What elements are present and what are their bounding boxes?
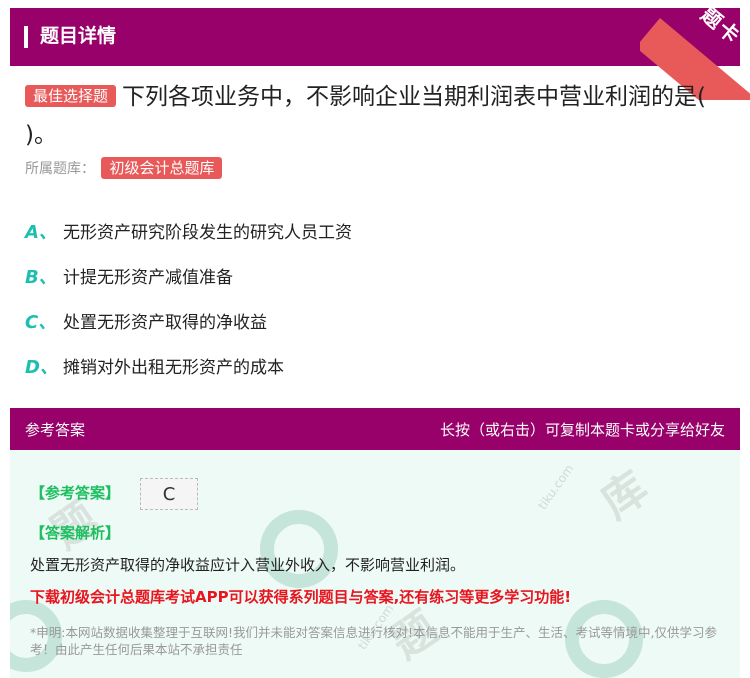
reference-answer-label: 【参考答案】 bbox=[30, 484, 121, 502]
option-c[interactable]: C、 处置无形资产取得的净收益 bbox=[25, 298, 725, 343]
watermark-glyph: 库 bbox=[591, 462, 658, 530]
option-a[interactable]: A、 无形资产研究阶段发生的研究人员工资 bbox=[25, 208, 725, 253]
question-card: 题目详情 题卡 最佳选择题 下列各项业务中，不影响企业当期利润表中营业利润的是( … bbox=[10, 0, 750, 678]
bank-tag[interactable]: 初级会计总题库 bbox=[101, 157, 223, 179]
watermark-ring bbox=[260, 510, 338, 588]
analysis-text: 处置无形资产取得的净收益应计入营业外收入，不影响营业利润。 bbox=[30, 556, 466, 574]
question-type-tag: 最佳选择题 bbox=[25, 85, 117, 107]
option-letter: D、 bbox=[25, 356, 58, 378]
watermark-text: tiku.com bbox=[535, 461, 577, 513]
disclaimer-text: *申明:本网站数据收集整理于互联网!我们并未能对答案信息进行核对!本信息不能用于… bbox=[30, 625, 717, 657]
question-stem: 最佳选择题 下列各项业务中，不影响企业当期利润表中营业利润的是( )。 bbox=[25, 78, 725, 154]
question-bank-info: 所属题库： 初级会计总题库 bbox=[25, 157, 228, 181]
option-b[interactable]: B、 计提无形资产减值准备 bbox=[25, 253, 725, 298]
share-hint: 长按（或右击）可复制本题卡或分享给好友 bbox=[439, 421, 725, 439]
option-letter: A、 bbox=[25, 221, 57, 243]
option-d[interactable]: D、 摊销对外出租无形资产的成本 bbox=[25, 343, 725, 388]
option-letter: C、 bbox=[25, 311, 57, 333]
page-title: 题目详情 bbox=[40, 25, 117, 47]
option-text: 摊销对外出租无形资产的成本 bbox=[63, 358, 284, 378]
option-text: 计提无形资产减值准备 bbox=[63, 268, 233, 288]
answer-header-title: 参考答案 bbox=[25, 421, 86, 439]
option-text: 处置无形资产取得的净收益 bbox=[63, 313, 267, 333]
bank-label: 所属题库： bbox=[25, 161, 95, 177]
ribbon-label: 题卡 bbox=[696, 2, 746, 49]
card-header: 题目详情 bbox=[10, 8, 740, 66]
reference-answer-value: C bbox=[140, 478, 198, 510]
question-text: 下列各项业务中，不影响企业当期利润表中营业利润的是( )。 bbox=[25, 84, 706, 148]
analysis-label: 【答案解析】 bbox=[30, 524, 121, 542]
options-list: A、 无形资产研究阶段发生的研究人员工资 B、 计提无形资产减值准备 C、 处置… bbox=[25, 208, 725, 388]
answer-body: 题 库 题 tiku.com tiku.com 【参考答案】 C 【答案解析】 … bbox=[10, 450, 740, 678]
app-promo-link[interactable]: 下载初级会计总题库考试APP可以获得系列题目与答案,还有练习等更多学习功能! bbox=[30, 586, 571, 607]
answer-header: 参考答案 长按（或右击）可复制本题卡或分享给好友 bbox=[10, 408, 740, 450]
option-text: 无形资产研究阶段发生的研究人员工资 bbox=[63, 223, 352, 243]
option-letter: B、 bbox=[25, 266, 57, 288]
header-accent-bar bbox=[24, 26, 28, 48]
